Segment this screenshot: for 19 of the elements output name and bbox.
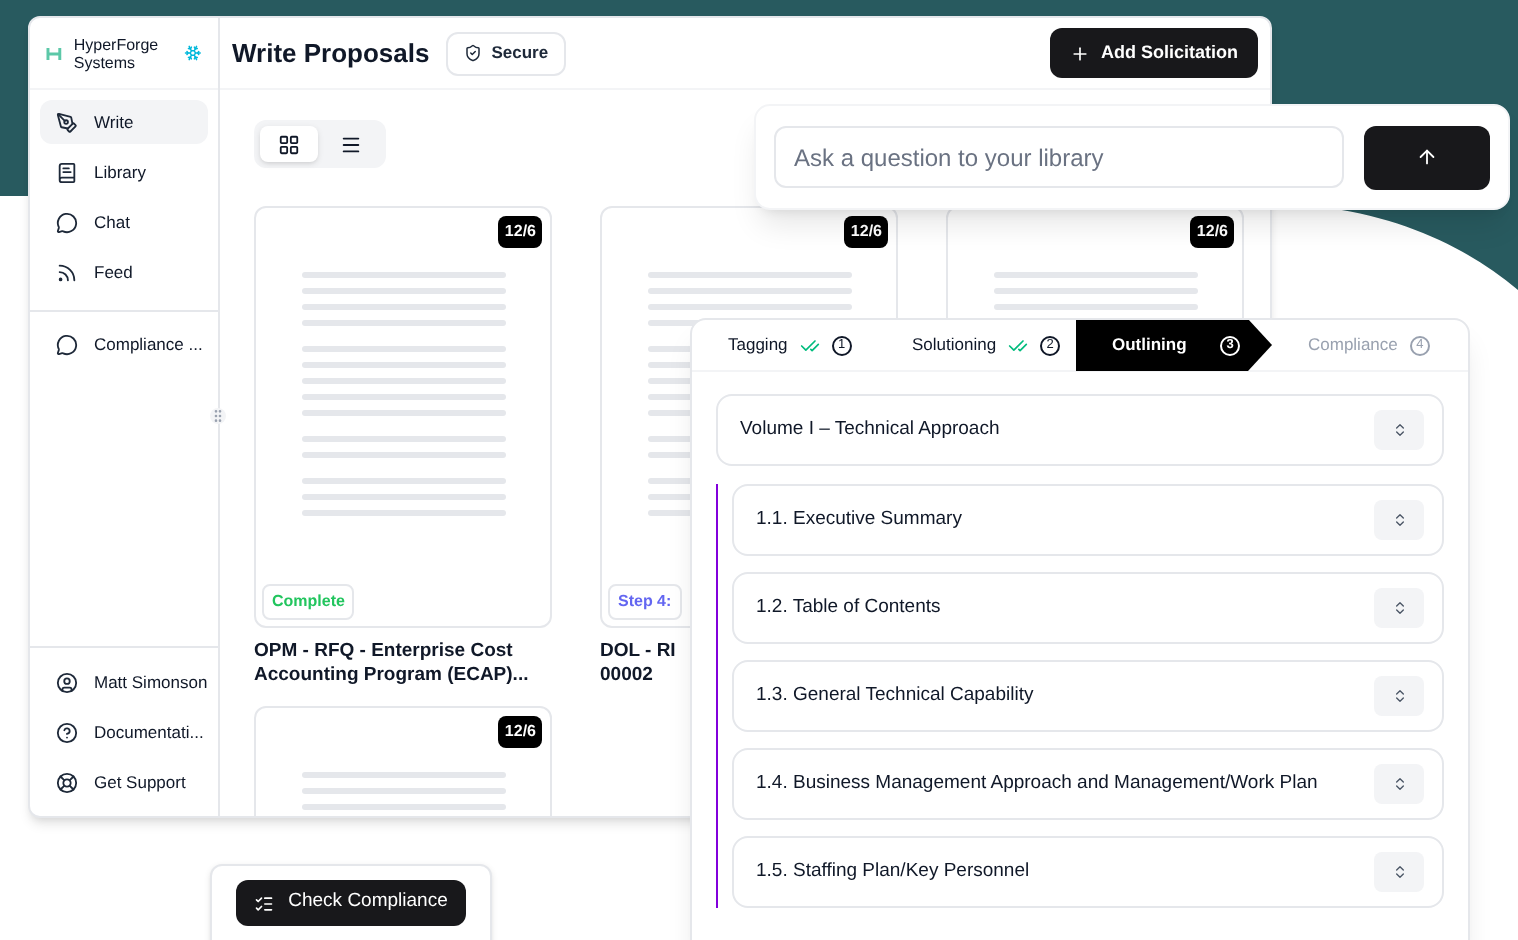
page-title: Write Proposals xyxy=(232,35,430,72)
card-title: DOL - RI xyxy=(600,640,678,664)
section-title: 1.1. Executive Summary xyxy=(756,505,962,534)
section-title: Volume I – Technical Approach xyxy=(740,415,1000,444)
count-badge: 12/6 xyxy=(844,216,888,248)
count-badge: 12/6 xyxy=(1190,216,1234,248)
count-badge: 12/6 xyxy=(498,216,542,248)
card-title: OPM - RFQ - Enterprise Cost xyxy=(254,640,515,664)
status-badge: Step 4: xyxy=(608,584,682,620)
count-badge: 12/6 xyxy=(498,716,542,748)
section-title: 1.3. General Technical Capability xyxy=(756,681,1034,710)
section-title: 1.2. Table of Contents xyxy=(756,593,941,622)
brand-name: HyperForge Systems xyxy=(73,35,161,71)
status-badge: Complete xyxy=(262,584,355,620)
section-title: 1.4. Business Management Approach and Management/Work Plan xyxy=(756,769,1318,798)
section-title: 1.5. Staffing Plan/Key Personnel xyxy=(756,857,1030,886)
card-title: Accounting Program (ECAP)... xyxy=(254,664,531,688)
card-title: 00002 xyxy=(600,664,655,688)
secure-badge: Secure xyxy=(445,31,567,75)
